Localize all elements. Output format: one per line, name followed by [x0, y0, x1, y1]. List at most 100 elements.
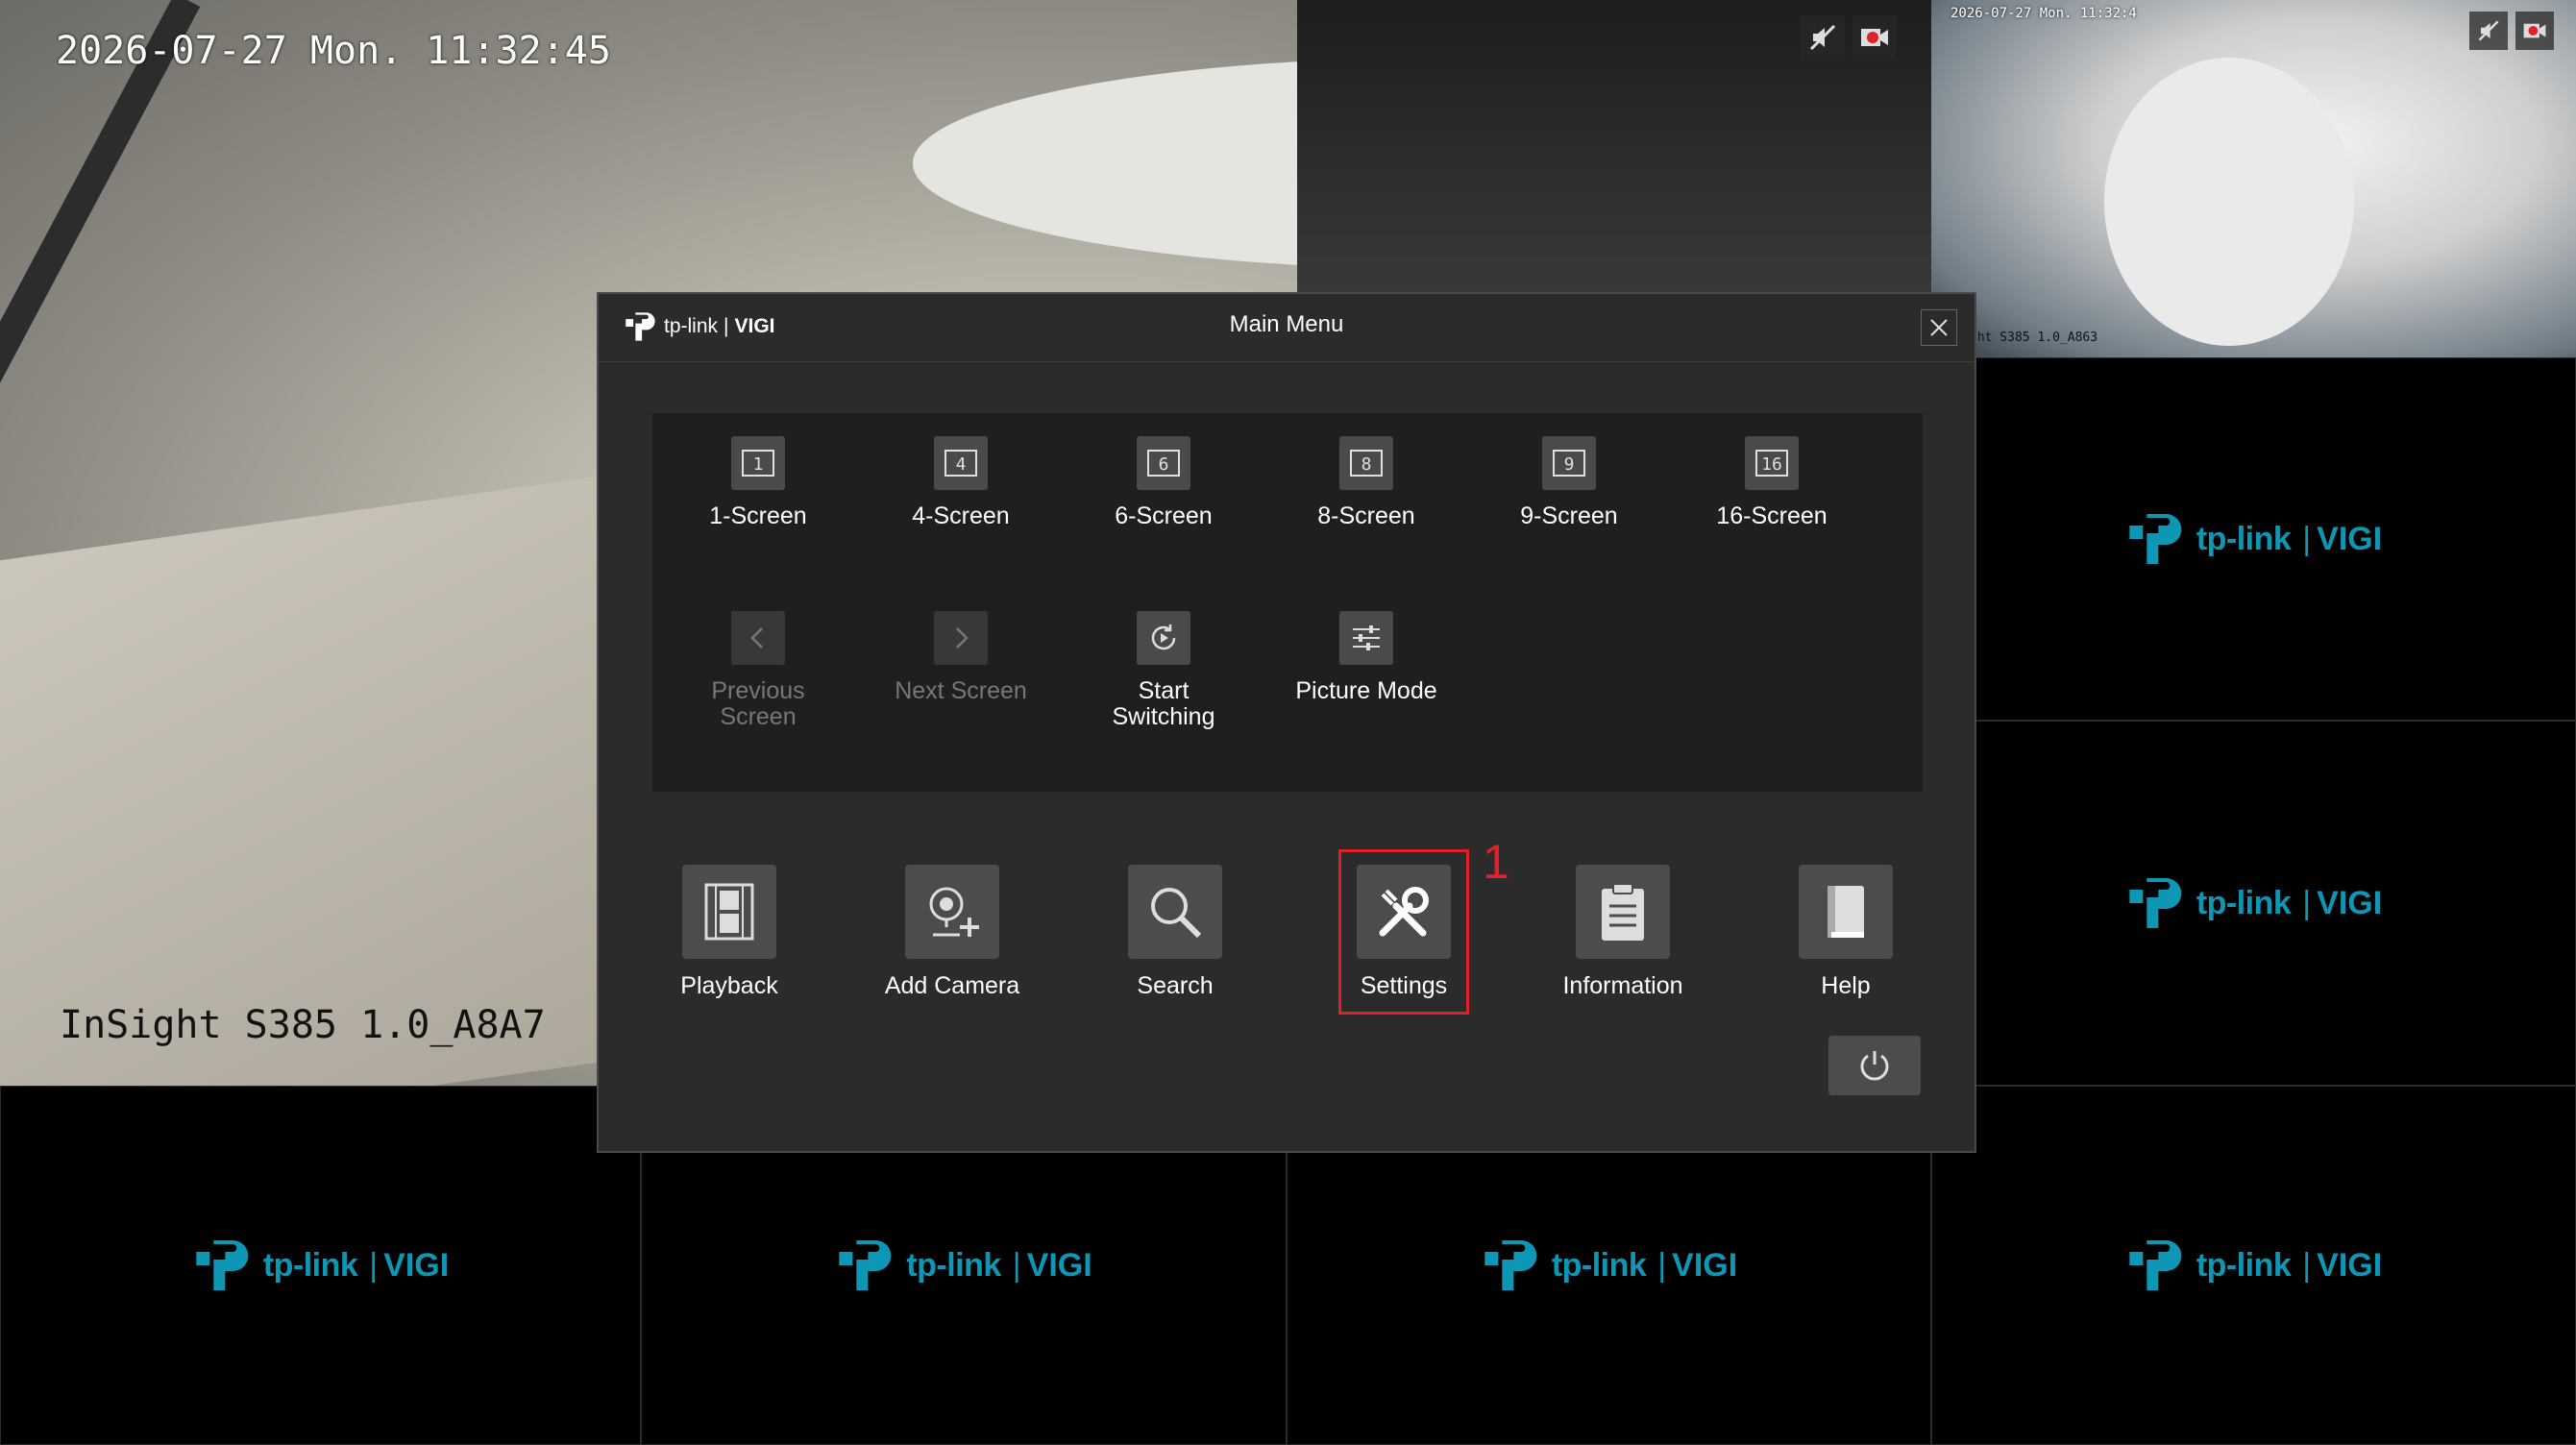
next-screen-label: Next Screen — [895, 677, 1027, 704]
film-icon — [682, 865, 776, 959]
power-icon — [1860, 1051, 1889, 1081]
search-button[interactable]: Search — [1079, 865, 1271, 1000]
main-menu-dialog: tp-link | VIGI Main Menu 1 1-Screen 4 4-… — [597, 292, 1976, 1153]
add-camera-button[interactable]: Add Camera — [856, 865, 1048, 1000]
layout-4-icon: 4 — [934, 436, 988, 490]
add-camera-label: Add Camera — [884, 972, 1020, 999]
help-button[interactable]: Help — [1750, 865, 1942, 1000]
empty-channel-tile[interactable]: tp-link | VIGI — [1931, 357, 2576, 721]
logo-separator: | — [2302, 1246, 2312, 1284]
layout-8-screen-button[interactable]: 8 8-Screen — [1270, 436, 1462, 529]
search-label: Search — [1137, 972, 1214, 999]
layout-6-icon: 6 — [1137, 436, 1190, 490]
empty-channel-tile[interactable]: tp-link | VIGI — [1931, 721, 2576, 1086]
logo-brand: tp-link — [262, 1246, 358, 1284]
information-label: Information — [1562, 972, 1683, 999]
logo-separator: | — [369, 1246, 379, 1284]
tp-link-logo-icon — [2128, 514, 2181, 564]
logo-separator: | — [2302, 520, 2312, 557]
layout-number: 9 — [1553, 450, 1585, 477]
logo-product: VIGI — [2317, 884, 2383, 921]
layout-number: 16 — [1755, 450, 1788, 477]
layout-4-screen-button[interactable]: 4 4-Screen — [865, 436, 1057, 529]
chevron-left-icon — [731, 611, 785, 665]
layout-number: 1 — [742, 450, 774, 477]
logo-brand: tp-link — [906, 1246, 1001, 1284]
chevron-right-icon — [934, 611, 988, 665]
clipboard-icon — [1576, 865, 1670, 959]
layout-16-screen-button[interactable]: 16 16-Screen — [1676, 436, 1868, 529]
empty-channel-tile[interactable]: tp-link | VIGI — [1931, 1086, 2576, 1445]
power-button[interactable] — [1828, 1036, 1921, 1095]
information-button[interactable]: Information — [1527, 865, 1719, 1000]
camera-controls — [1801, 15, 1897, 60]
layout-6-screen-button[interactable]: 6 6-Screen — [1067, 436, 1260, 529]
logo-product: VIGI — [1026, 1246, 1092, 1284]
tp-link-vigi-logo: tp-link | VIGI — [192, 1235, 449, 1296]
settings-highlight-box — [1338, 849, 1469, 1015]
add-camera-icon — [905, 865, 999, 959]
layout-8-icon: 8 — [1339, 436, 1393, 490]
layout-label: 4-Screen — [912, 502, 1010, 529]
tp-link-logo-icon — [839, 1240, 892, 1290]
tp-link-logo-icon — [195, 1240, 248, 1290]
empty-channel-tile[interactable]: tp-link | VIGI — [0, 1086, 641, 1445]
layout-9-icon: 9 — [1542, 436, 1596, 490]
tp-link-vigi-logo: tp-link | VIGI — [1481, 1235, 1737, 1296]
mute-icon[interactable] — [2469, 12, 2508, 50]
step-annotation: 1 — [1483, 835, 1509, 889]
sliders-icon — [1339, 611, 1393, 665]
logo-product: VIGI — [1672, 1246, 1738, 1284]
logo-brand: tp-link — [2196, 1246, 2292, 1284]
tp-link-vigi-logo: tp-link | VIGI — [2125, 508, 2382, 570]
logo-brand: tp-link — [2196, 520, 2292, 557]
switching-icon — [1137, 611, 1190, 665]
layout-16-icon: 16 — [1745, 436, 1799, 490]
camera-feed-secondary[interactable]: 2026-07-27 Mon. 11:32:4 ght S385 1.0_A86… — [1931, 0, 2576, 357]
picture-mode-label: Picture Mode — [1295, 677, 1437, 704]
dialog-title: Main Menu — [1229, 311, 1344, 337]
playback-button[interactable]: Playback — [633, 865, 825, 1000]
next-screen-button[interactable]: Next Screen — [865, 611, 1057, 704]
layout-label: 1-Screen — [709, 502, 807, 529]
layout-number: 4 — [945, 450, 977, 477]
logo-separator: | — [2302, 884, 2312, 921]
previous-screen-button[interactable]: Previous Screen — [662, 611, 854, 730]
logo-brand: tp-link — [2196, 884, 2292, 921]
help-label: Help — [1821, 972, 1871, 999]
logo-separator: | — [1657, 1246, 1667, 1284]
feed-object — [2104, 58, 2354, 346]
tp-link-logo-icon — [2128, 1240, 2181, 1290]
picture-mode-button[interactable]: Picture Mode — [1270, 611, 1462, 704]
logo-brand: tp-link — [1551, 1246, 1647, 1284]
layout-label: 6-Screen — [1115, 502, 1213, 529]
logo-separator: | — [1012, 1246, 1021, 1284]
close-icon — [1930, 319, 1948, 336]
logo-product: VIGI — [2317, 1246, 2383, 1284]
tp-link-vigi-logo: tp-link | VIGI — [835, 1235, 1092, 1296]
start-switching-button[interactable]: Start Switching — [1067, 611, 1260, 730]
camera-controls-secondary — [2469, 12, 2554, 50]
layout-number: 6 — [1147, 450, 1180, 477]
close-button[interactable] — [1921, 309, 1957, 346]
book-icon — [1799, 865, 1893, 959]
tp-link-vigi-logo: tp-link | VIGI — [2125, 872, 2382, 934]
logo-product: VIGI — [383, 1246, 450, 1284]
layout-1-screen-button[interactable]: 1 1-Screen — [662, 436, 854, 529]
layout-label: 16-Screen — [1716, 502, 1828, 529]
dialog-header: tp-link | VIGI Main Menu — [599, 294, 1975, 362]
start-switching-label: Start Switching — [1112, 677, 1215, 730]
record-icon[interactable] — [2515, 12, 2554, 50]
record-icon[interactable] — [1852, 15, 1897, 60]
layout-number: 8 — [1350, 450, 1383, 477]
layout-1-icon: 1 — [731, 436, 785, 490]
tp-link-logo-icon — [2128, 878, 2181, 928]
previous-screen-label: Previous Screen — [711, 677, 805, 730]
camera-name: InSight S385 1.0_A8A7 — [60, 1003, 546, 1047]
screen-layout-panel: 1 1-Screen 4 4-Screen 6 6-Screen 8 8-Scr… — [652, 413, 1923, 792]
mute-icon[interactable] — [1801, 15, 1845, 60]
layout-9-screen-button[interactable]: 9 9-Screen — [1473, 436, 1665, 529]
playback-label: Playback — [680, 972, 778, 999]
layout-label: 8-Screen — [1317, 502, 1415, 529]
tp-link-logo-icon — [1484, 1240, 1536, 1290]
